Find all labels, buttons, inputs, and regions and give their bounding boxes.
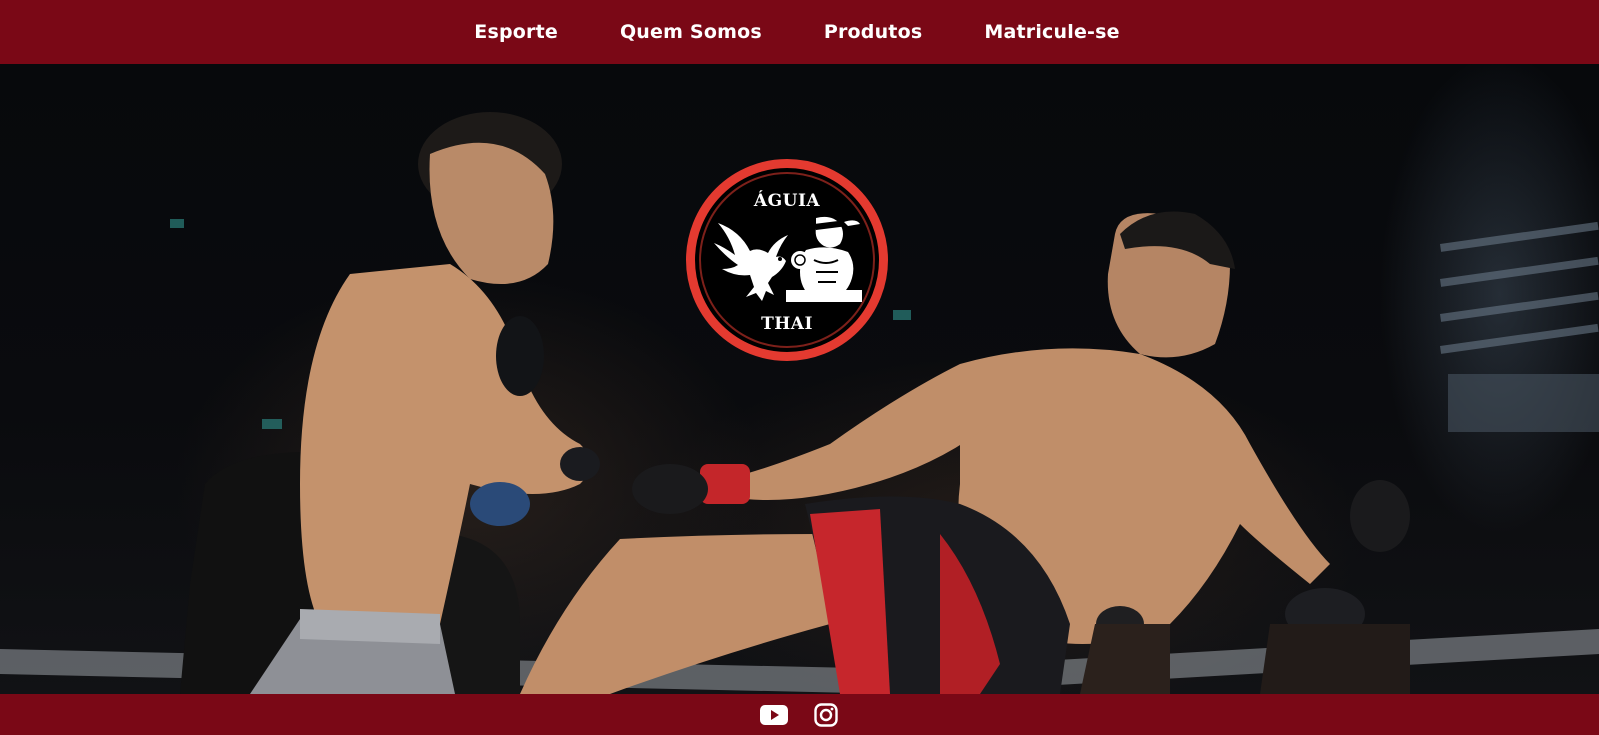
nav-menu: Esporte Quem Somos Produtos Matricule-se — [443, 15, 1150, 49]
eagle-icon — [714, 223, 788, 301]
hero-banner: ÁGUIA THAI — [0, 64, 1599, 694]
top-navigation: Esporte Quem Somos Produtos Matricule-se — [0, 0, 1599, 64]
youtube-icon — [759, 704, 788, 725]
logo-bottom-text: THAI — [761, 314, 813, 334]
nav-item-produtos[interactable]: Produtos — [793, 15, 954, 49]
instagram-icon — [813, 702, 838, 727]
aguia-thai-logo: ÁGUIA THAI — [686, 159, 888, 361]
instagram-link[interactable] — [812, 702, 840, 727]
footer-bar — [0, 694, 1599, 735]
nav-item-esporte[interactable]: Esporte — [443, 15, 589, 49]
nav-item-matricule-se[interactable]: Matricule-se — [953, 15, 1150, 49]
nav-item-quem-somos[interactable]: Quem Somos — [589, 15, 793, 49]
fighter-icon — [786, 216, 862, 302]
youtube-link[interactable] — [759, 703, 788, 727]
logo-top-text: ÁGUIA — [753, 191, 821, 211]
